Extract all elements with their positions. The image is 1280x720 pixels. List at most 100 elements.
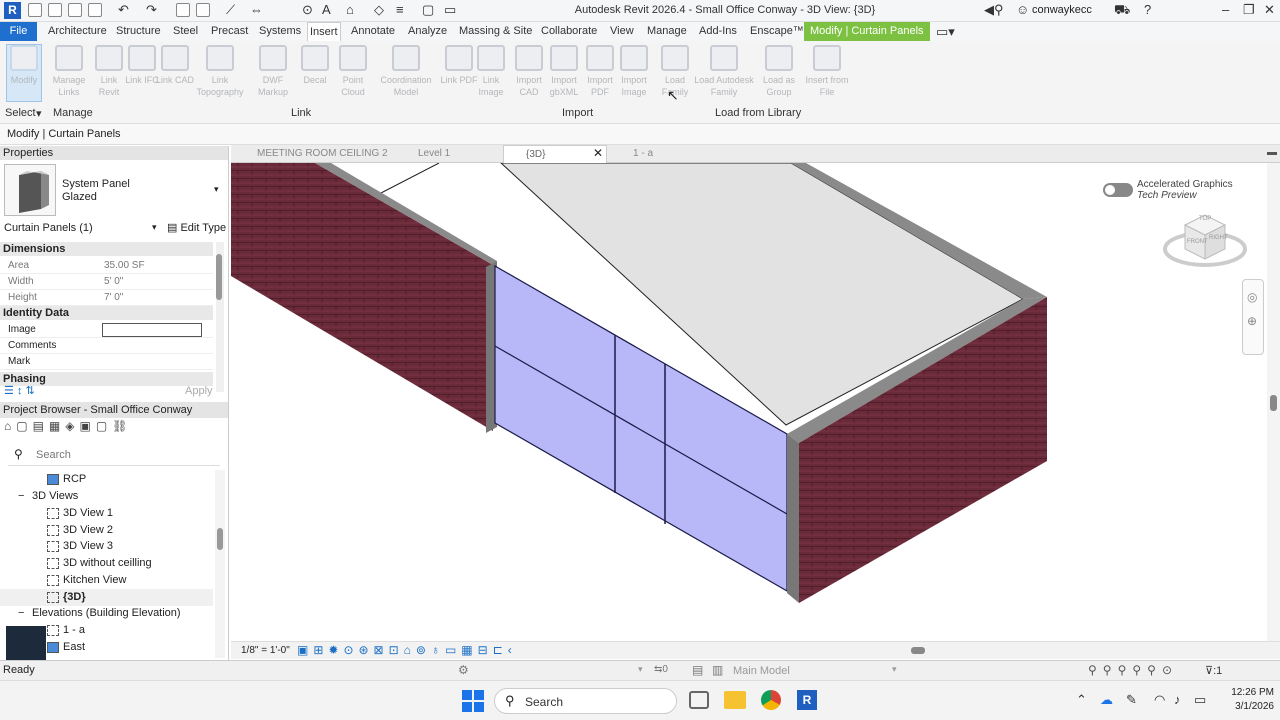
windows-start-icon[interactable] <box>462 690 484 712</box>
close-tab-icon[interactable]: ✕ <box>593 146 603 160</box>
load-as-group-button[interactable]: Load as Group <box>760 45 798 103</box>
property-row[interactable]: Image <box>0 322 213 338</box>
browser-search-placeholder[interactable]: Search <box>36 449 71 461</box>
revit-logo-icon[interactable]: R <box>4 2 21 19</box>
tree-item-3d-view-3[interactable]: 3D View 3 <box>0 538 213 555</box>
user-name[interactable]: conwaykecc <box>1032 4 1092 16</box>
dropdown-arrow-icon[interactable]: ▾ <box>892 664 897 675</box>
maximize-icon[interactable]: ❐ <box>1243 3 1255 17</box>
load-autodesk-family-button[interactable]: Load Autodesk Family <box>690 45 758 103</box>
import-pdf-button[interactable]: Import PDF <box>581 45 619 103</box>
selection-options-icon[interactable]: ⚲⚲⚲⚲⚲⊙ <box>1088 663 1178 677</box>
tree-item-3d-view-2[interactable]: 3D View 2 <box>0 522 213 539</box>
tag-icon[interactable]: ⊙ <box>302 3 313 17</box>
tab-enscape[interactable]: Enscape™ <box>748 22 806 41</box>
main-model-selector[interactable]: Main Model <box>733 665 790 677</box>
import-image-button[interactable]: Import Image <box>615 45 653 103</box>
tab-insert[interactable]: Insert <box>307 22 341 41</box>
ribbon-toggle-icon[interactable]: ▭▾ <box>936 25 955 39</box>
link-image-button[interactable]: Link Image <box>472 45 510 103</box>
browser-toolbar-icon[interactable]: ⌂▢▤▦◈▣▢⛓ <box>4 419 132 433</box>
open-icon[interactable] <box>28 3 42 17</box>
taskbar-search[interactable]: ⚲ Search <box>494 688 677 714</box>
scale-selector[interactable]: 1/8" = 1'-0" <box>241 645 290 656</box>
tray-chevron-icon[interactable]: ⌃ <box>1076 692 1087 708</box>
measure-icon[interactable]: ⟋ <box>226 3 235 17</box>
edit-type-button[interactable]: ▤ Edit Type <box>167 221 226 234</box>
instance-selector[interactable]: Curtain Panels (1) <box>4 222 93 234</box>
browser-scrollbar[interactable] <box>215 470 225 658</box>
tab-modify-curtain-panels[interactable]: Modify | Curtain Panels <box>804 22 930 41</box>
tab-massing-site[interactable]: Massing & Site <box>457 22 534 41</box>
switch-windows-icon[interactable]: ▭ <box>444 3 456 17</box>
redo-icon[interactable]: ↷ <box>146 3 157 17</box>
tab-structure[interactable]: Structure <box>114 22 163 41</box>
tab-analyze[interactable]: Analyze <box>406 22 449 41</box>
cart-icon[interactable]: ⛟ <box>1114 3 1130 17</box>
dropdown-arrow-icon[interactable]: ▾ <box>638 664 643 675</box>
sections-icon[interactable]: ◇ <box>374 3 384 17</box>
thin-lines-icon[interactable]: ≡ <box>396 3 404 17</box>
sync-icon[interactable] <box>88 3 102 17</box>
tab-steel[interactable]: Steel <box>171 22 200 41</box>
recent-icon[interactable] <box>48 3 62 17</box>
insert-from-file-button[interactable]: Insert from File <box>804 45 850 103</box>
import-gbxml-button[interactable]: Import gbXML <box>545 45 583 103</box>
coordination-model-button[interactable]: Coordination Model <box>374 45 438 103</box>
print-setup-icon[interactable] <box>196 3 210 17</box>
close-hidden-icon[interactable]: ▢ <box>422 3 434 17</box>
onedrive-icon[interactable]: ☁ <box>1100 692 1113 708</box>
undo-icon[interactable]: ↶ <box>118 3 129 17</box>
file-explorer-icon[interactable] <box>724 691 746 709</box>
navigation-bar[interactable]: ◎ ⊕ <box>1242 279 1264 355</box>
worksets-icon[interactable]: ⚙ <box>458 663 469 677</box>
tree-item-elevations[interactable]: − Elevations (Building Elevation) <box>0 605 213 622</box>
tab-file[interactable]: File <box>0 22 37 41</box>
dimensions-group[interactable]: Dimensions <box>0 242 213 256</box>
save-icon[interactable] <box>68 3 82 17</box>
tab-annotate[interactable]: Annotate <box>349 22 397 41</box>
graphics-toggle[interactable] <box>1103 183 1133 197</box>
canvas-vscroll[interactable] <box>1267 163 1280 641</box>
close-icon[interactable]: ✕ <box>1264 3 1275 17</box>
link-topography-button[interactable]: Link Topography <box>192 45 248 103</box>
point-cloud-button[interactable]: Point Cloud <box>334 45 372 103</box>
battery-icon[interactable]: ▭ <box>1194 692 1206 708</box>
back-icon[interactable]: ◀ <box>984 3 994 17</box>
properties-scrollbar[interactable] <box>216 242 224 392</box>
modify-button[interactable]: Modify <box>6 44 42 102</box>
view-tab-1-a[interactable]: 1 - a <box>611 145 653 163</box>
model-3d-view[interactable] <box>231 163 1267 641</box>
canvas-hscroll[interactable] <box>911 647 925 654</box>
tab-manage[interactable]: Manage <box>645 22 689 41</box>
apply-button[interactable]: Apply <box>185 385 213 397</box>
pen-icon[interactable]: ✎ <box>1126 692 1137 708</box>
task-view-icon[interactable] <box>689 691 709 709</box>
tab-systems[interactable]: Systems <box>257 22 303 41</box>
type-dropdown-icon[interactable]: ▾ <box>214 184 219 195</box>
print-icon[interactable] <box>176 3 190 17</box>
tab-precast[interactable]: Precast <box>209 22 250 41</box>
dropdown-arrow-icon[interactable]: ▾ <box>36 107 42 120</box>
tab-collaborate[interactable]: Collaborate <box>539 22 599 41</box>
sort-icon[interactable]: ☰ ↕ ⇅ <box>4 384 35 397</box>
revit-taskbar-icon[interactable]: R <box>797 690 817 710</box>
tab-list-icon[interactable]: ▬ <box>1267 147 1277 158</box>
chrome-icon[interactable] <box>761 690 781 710</box>
link-cad-button[interactable]: Link CAD <box>156 45 194 103</box>
filter-count[interactable]: ⊽:1 <box>1205 664 1222 677</box>
tree-item-3d-active[interactable]: {3D} <box>0 589 213 606</box>
view-tab-meeting-room-ceiling[interactable]: MEETING ROOM CEILING 2 <box>235 145 388 163</box>
property-row[interactable]: Mark <box>0 354 213 370</box>
home-3d-icon[interactable]: ⌂ <box>346 3 354 17</box>
tree-item-3d-view-1[interactable]: 3D View 1 <box>0 505 213 522</box>
view-controls-icon[interactable]: ▣⊞✹⊙⊛⊠⊡⌂⊚♁▭▦⊟⊏‹ <box>297 643 517 657</box>
layout-icon[interactable]: ▥ <box>712 663 723 677</box>
selector-dropdown-icon[interactable]: ▾ <box>152 222 157 233</box>
import-cad-button[interactable]: Import CAD <box>510 45 548 103</box>
decal-button[interactable]: Decal <box>296 45 334 103</box>
volume-icon[interactable]: ♪ <box>1174 692 1181 707</box>
view-tab-level-1[interactable]: Level 1 <box>396 145 450 163</box>
identity-data-group[interactable]: Identity Data <box>0 306 213 320</box>
help-icon[interactable]: ? <box>1144 3 1151 17</box>
